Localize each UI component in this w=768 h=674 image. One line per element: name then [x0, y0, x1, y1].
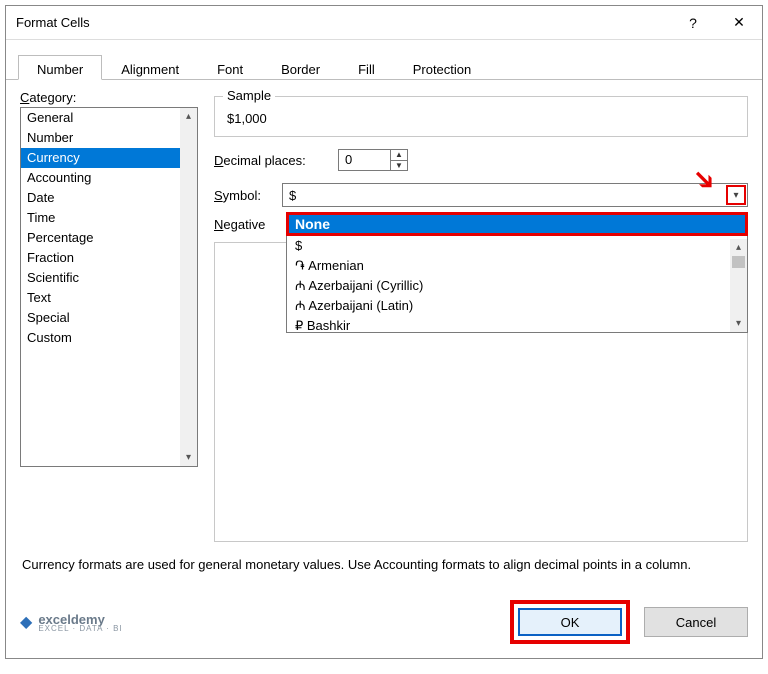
scroll-up-icon[interactable]: ▴: [180, 108, 197, 125]
tab-fill[interactable]: Fill: [339, 55, 394, 80]
decimal-label: Decimal places:: [214, 153, 330, 168]
symbol-label: Symbol:: [214, 188, 274, 203]
tab-strip: Number Alignment Font Border Fill Protec…: [6, 40, 762, 80]
cat-time[interactable]: Time: [21, 208, 197, 228]
dropdown-scrollbar[interactable]: ▴ ▾: [730, 239, 747, 332]
cat-number[interactable]: Number: [21, 128, 197, 148]
dialog-title: Format Cells: [16, 15, 90, 30]
tab-alignment[interactable]: Alignment: [102, 55, 198, 80]
cat-fraction[interactable]: Fraction: [21, 248, 197, 268]
tab-protection[interactable]: Protection: [394, 55, 491, 80]
scrollbar-thumb[interactable]: [732, 256, 745, 268]
tab-font[interactable]: Font: [198, 55, 262, 80]
cat-scientific[interactable]: Scientific: [21, 268, 197, 288]
sample-value: $1,000: [227, 107, 735, 126]
titlebar: Format Cells ? ✕: [6, 6, 762, 40]
ok-highlight: OK: [510, 600, 630, 644]
sample-label: Sample: [223, 88, 275, 103]
decimal-value[interactable]: 0: [339, 150, 390, 170]
category-label: Category:: [20, 90, 198, 105]
watermark: ◆ exceldemy EXCEL · DATA · BI: [20, 612, 496, 633]
category-scrollbar[interactable]: ▴ ▾: [180, 108, 197, 466]
dialog-body: Category: General Number Currency Accoun…: [6, 80, 762, 594]
symbol-dropdown[interactable]: $ ▾: [282, 183, 748, 207]
cat-currency[interactable]: Currency: [21, 148, 197, 168]
dd-item-armenian[interactable]: ֏ Armenian: [287, 256, 747, 276]
category-listbox[interactable]: General Number Currency Accounting Date …: [20, 107, 198, 467]
symbol-dropdown-list[interactable]: None $ ֏ Armenian ₼ Azerbaijani (Cyrilli…: [286, 213, 748, 333]
cat-percentage[interactable]: Percentage: [21, 228, 197, 248]
format-cells-dialog: Format Cells ? ✕ Number Alignment Font B…: [5, 5, 763, 659]
dialog-footer: ◆ exceldemy EXCEL · DATA · BI OK Cancel: [6, 594, 762, 658]
negative-label: Negative: [214, 213, 286, 232]
dd-item-bashkir[interactable]: ₽ Bashkir: [287, 316, 747, 336]
cat-accounting[interactable]: Accounting: [21, 168, 197, 188]
scroll-down-icon[interactable]: ▾: [180, 449, 197, 466]
spinner-up-icon[interactable]: ▲: [391, 150, 407, 161]
ok-button[interactable]: OK: [518, 608, 622, 636]
spinner-down-icon[interactable]: ▼: [391, 161, 407, 171]
dd-item-az-lat[interactable]: ₼ Azerbaijani (Latin): [287, 296, 747, 316]
negative-row: Negative None $ ֏ Armenian ₼ Azerbaijani…: [214, 213, 748, 232]
close-button[interactable]: ✕: [716, 6, 762, 40]
cat-date[interactable]: Date: [21, 188, 197, 208]
dd-scroll-down-icon[interactable]: ▾: [730, 315, 747, 332]
help-button[interactable]: ?: [670, 6, 716, 40]
symbol-row: Symbol: $ ▾ ➔: [214, 183, 748, 207]
dd-item-none[interactable]: None: [286, 212, 748, 236]
cat-text[interactable]: Text: [21, 288, 197, 308]
dd-item-az-cyr[interactable]: ₼ Azerbaijani (Cyrillic): [287, 276, 747, 296]
tab-border[interactable]: Border: [262, 55, 339, 80]
cat-general[interactable]: General: [21, 108, 197, 128]
tab-number[interactable]: Number: [18, 55, 102, 80]
chevron-down-icon[interactable]: ▾: [726, 185, 746, 205]
dd-item-dollar[interactable]: $: [287, 236, 747, 256]
brand-icon: ◆: [20, 612, 32, 632]
symbol-value: $: [283, 188, 726, 203]
decimal-spinner[interactable]: 0 ▲ ▼: [338, 149, 408, 171]
dd-scroll-up-icon[interactable]: ▴: [730, 239, 747, 256]
brand-sub: EXCEL · DATA · BI: [38, 624, 122, 633]
cat-special[interactable]: Special: [21, 308, 197, 328]
description-text: Currency formats are used for general mo…: [22, 556, 742, 574]
decimal-row: Decimal places: 0 ▲ ▼: [214, 149, 748, 171]
cat-custom[interactable]: Custom: [21, 328, 197, 348]
sample-group: Sample $1,000: [214, 96, 748, 137]
cancel-button[interactable]: Cancel: [644, 607, 748, 637]
